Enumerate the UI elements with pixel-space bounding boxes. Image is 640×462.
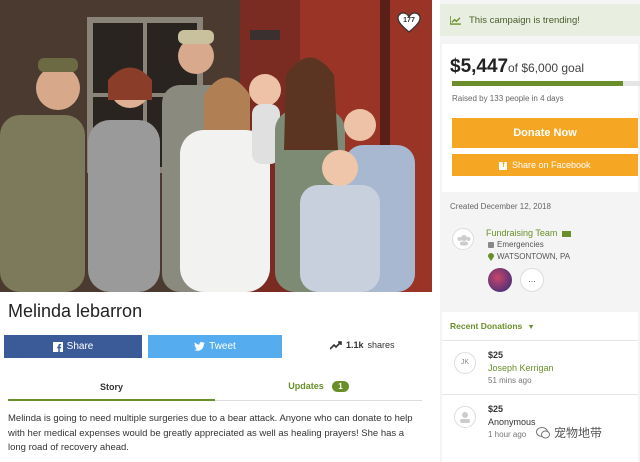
tag-icon <box>488 241 494 248</box>
more-members-button[interactable]: ... <box>520 268 544 292</box>
raised-amount: $5,447 <box>450 56 509 77</box>
sidebar: This campaign is trending! $5,447 of $6,… <box>440 0 640 462</box>
heart-count: 177 <box>403 17 415 24</box>
recent-donations-dropdown[interactable]: Recent Donations ▼ <box>450 321 535 331</box>
story-text: Melinda is going to need multiple surger… <box>8 413 413 453</box>
organizer-name[interactable]: Fundraising Team <box>486 228 571 238</box>
trending-arrow-icon <box>330 340 342 350</box>
shares-counter: 1.1k shares <box>330 340 395 350</box>
goal-text: of $6,000 goal <box>508 61 585 75</box>
organizer-location: WATSONTOWN, PA <box>488 252 570 261</box>
heart-badge[interactable]: 177 <box>396 10 422 36</box>
trending-banner: This campaign is trending! <box>440 4 640 36</box>
share-on-facebook-button[interactable]: f Share on Facebook <box>452 154 638 176</box>
watermark: 宠物地带 <box>536 424 602 441</box>
created-date: Created December 12, 2018 <box>450 202 551 211</box>
facebook-icon <box>52 341 63 352</box>
divider <box>442 340 638 341</box>
anonymous-user-icon <box>454 406 476 428</box>
chat-bubble-icon <box>536 426 550 438</box>
share-label: Share <box>66 341 94 352</box>
progress-bar <box>452 81 640 86</box>
donor-initials-icon: JK <box>454 352 476 374</box>
organizer-avatar-icon <box>452 228 474 250</box>
donation-time: 1 hour ago <box>488 430 527 439</box>
trending-chart-icon <box>450 15 461 25</box>
updates-count-badge: 1 <box>332 381 349 392</box>
tweet-button[interactable]: Tweet <box>148 335 282 358</box>
location-text: WATSONTOWN, PA <box>497 252 571 261</box>
fb-share-label: Share on Facebook <box>511 160 591 170</box>
shares-count: 1.1k <box>346 340 364 350</box>
donation-amount: $25 <box>488 350 504 360</box>
location-pin-icon <box>488 252 494 261</box>
donation-amount: $25 <box>488 404 504 414</box>
raised-by-text: Raised by 133 people in 4 days <box>452 94 564 103</box>
tab-updates-label: Updates <box>288 381 324 391</box>
tab-updates[interactable]: Updates 1 <box>215 375 422 401</box>
category-text: Emergencies <box>497 240 544 249</box>
team-member-avatar[interactable] <box>488 268 512 292</box>
divider <box>442 394 638 395</box>
campaign-photo: 177 <box>0 0 432 292</box>
donor-name[interactable]: Joseph Kerrigan <box>488 363 554 373</box>
recent-donations-label: Recent Donations <box>450 321 523 331</box>
organizer-category: Emergencies <box>488 240 544 249</box>
facebook-share-button[interactable]: Share <box>4 335 142 358</box>
organizer-name-text: Fundraising Team <box>486 228 558 238</box>
person-icon <box>460 412 470 423</box>
donation-time: 51 mins ago <box>488 376 532 385</box>
trending-text: This campaign is trending! <box>469 14 580 26</box>
donor-name: Anonymous <box>488 417 536 427</box>
caret-down-icon: ▼ <box>527 324 535 331</box>
envelope-icon[interactable] <box>561 230 571 237</box>
group-icon <box>457 235 471 246</box>
family-photo-illustration <box>0 0 432 292</box>
twitter-icon <box>194 342 206 351</box>
donation-summary-card: $5,447 of $6,000 goal Raised by 133 peop… <box>442 44 640 192</box>
campaign-title: Melinda lebarron <box>8 301 143 321</box>
facebook-icon: f <box>499 161 508 170</box>
tweet-label: Tweet <box>209 341 236 352</box>
donate-now-button[interactable]: Donate Now <box>452 118 638 148</box>
watermark-text: 宠物地带 <box>554 426 603 440</box>
tab-story[interactable]: Story <box>8 375 215 401</box>
story-tabs: Story Updates 1 <box>8 375 422 401</box>
shares-label: shares <box>367 340 395 350</box>
progress-bar-fill <box>452 81 623 86</box>
